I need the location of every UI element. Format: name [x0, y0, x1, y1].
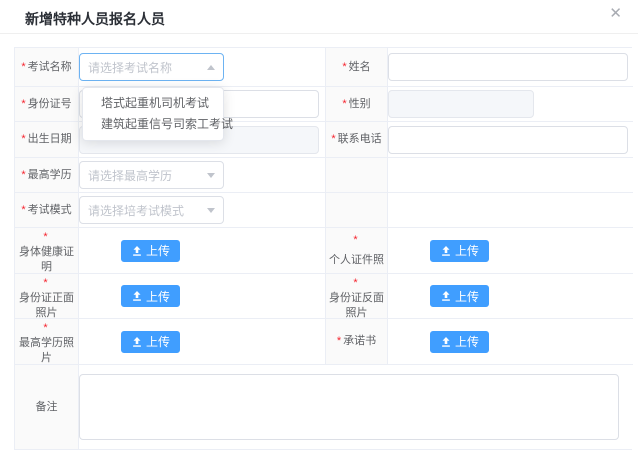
chevron-down-icon — [207, 173, 215, 178]
label-commitment: *承诺书 — [326, 319, 388, 365]
remarks-textarea[interactable] — [79, 374, 619, 440]
exam-name-dropdown-panel: 塔式起重机司机考试 建筑起重信号司索工考试 — [82, 87, 224, 141]
required-mark: * — [342, 97, 346, 112]
phone-input[interactable] — [388, 126, 628, 154]
label-exam-mode: *考试模式 — [15, 193, 79, 228]
cell-gender — [388, 87, 633, 122]
label-gender: *性别 — [326, 87, 388, 122]
education-placeholder: 请选择最高学历 — [88, 167, 172, 184]
chevron-down-icon — [207, 208, 215, 213]
dialog-title: 新增特种人员报名人员 — [25, 9, 165, 29]
required-mark: * — [21, 203, 25, 218]
label-full-name: *姓名 — [326, 48, 388, 87]
label-id-front: *身份证正面照片 — [15, 274, 79, 319]
chevron-up-icon — [207, 65, 215, 70]
cell-id-front: 上传 — [79, 274, 326, 319]
cell-health-cert: 上传 — [79, 228, 326, 274]
label-education: *最高学历 — [15, 158, 79, 193]
education-select[interactable]: 请选择最高学历 — [79, 161, 224, 189]
label-exam-name: *考试名称 — [15, 48, 79, 87]
label-health-cert: *身体健康证明 — [15, 228, 79, 274]
required-mark: * — [43, 321, 47, 336]
required-mark: * — [342, 60, 346, 75]
cell-id-back: 上传 — [388, 274, 633, 319]
cell-full-name — [388, 48, 633, 87]
dropdown-option[interactable]: 塔式起重机司机考试 — [83, 93, 223, 114]
education-photo-upload-button[interactable]: 上传 — [121, 331, 180, 353]
cell-education-photo: 上传 — [79, 319, 326, 365]
required-mark: * — [43, 230, 47, 245]
full-name-input[interactable] — [388, 53, 628, 81]
empty-content-cell — [388, 193, 633, 228]
required-mark: * — [21, 168, 25, 183]
cell-commitment: 上传 — [388, 319, 633, 365]
header-divider — [0, 33, 638, 34]
required-mark: * — [353, 276, 357, 291]
label-id-number: *身份证号 — [15, 87, 79, 122]
required-mark: * — [43, 276, 47, 291]
cell-exam-mode: 请选择培考试模式 — [79, 193, 326, 228]
exam-mode-select[interactable]: 请选择培考试模式 — [79, 196, 224, 224]
health-cert-upload-button[interactable]: 上传 — [121, 240, 180, 262]
id-back-upload-button[interactable]: 上传 — [430, 285, 489, 307]
empty-content-cell — [388, 158, 633, 193]
cell-phone — [388, 122, 633, 158]
upload-icon — [440, 245, 452, 257]
upload-icon — [131, 290, 143, 302]
upload-icon — [440, 336, 452, 348]
cell-exam-name: 请选择考试名称 — [79, 48, 326, 87]
cell-remarks — [79, 365, 633, 449]
exam-mode-placeholder: 请选择培考试模式 — [88, 202, 184, 219]
label-birth-date: *出生日期 — [15, 122, 79, 158]
upload-icon — [440, 290, 452, 302]
empty-label-cell — [326, 193, 388, 228]
required-mark: * — [21, 132, 25, 147]
exam-name-select[interactable]: 请选择考试名称 — [79, 53, 224, 81]
close-icon[interactable]: ✕ — [609, 6, 622, 21]
dropdown-option[interactable]: 建筑起重信号司索工考试 — [83, 114, 223, 135]
upload-icon — [131, 245, 143, 257]
empty-label-cell — [326, 158, 388, 193]
required-mark: * — [337, 334, 341, 349]
exam-name-placeholder: 请选择考试名称 — [88, 59, 172, 76]
upload-icon — [131, 336, 143, 348]
label-phone: *联系电话 — [326, 122, 388, 158]
label-education-photo: *最高学历照片 — [15, 319, 79, 365]
personal-photo-upload-button[interactable]: 上传 — [430, 240, 489, 262]
id-front-upload-button[interactable]: 上传 — [121, 285, 180, 307]
label-remarks: 备注 — [15, 365, 79, 449]
required-mark: * — [21, 97, 25, 112]
cell-education: 请选择最高学历 — [79, 158, 326, 193]
add-special-personnel-dialog: 新增特种人员报名人员 ✕ *考试名称 请选择考试名称 *姓名 *身份证号 *性别 — [0, 0, 638, 453]
label-id-back: *身份证反面照片 — [326, 274, 388, 319]
label-personal-photo: *个人证件照 — [326, 228, 388, 274]
gender-input — [388, 90, 534, 118]
required-mark: * — [331, 132, 335, 147]
cell-personal-photo: 上传 — [388, 228, 633, 274]
commitment-upload-button[interactable]: 上传 — [430, 331, 489, 353]
required-mark: * — [353, 233, 357, 248]
required-mark: * — [21, 60, 25, 75]
